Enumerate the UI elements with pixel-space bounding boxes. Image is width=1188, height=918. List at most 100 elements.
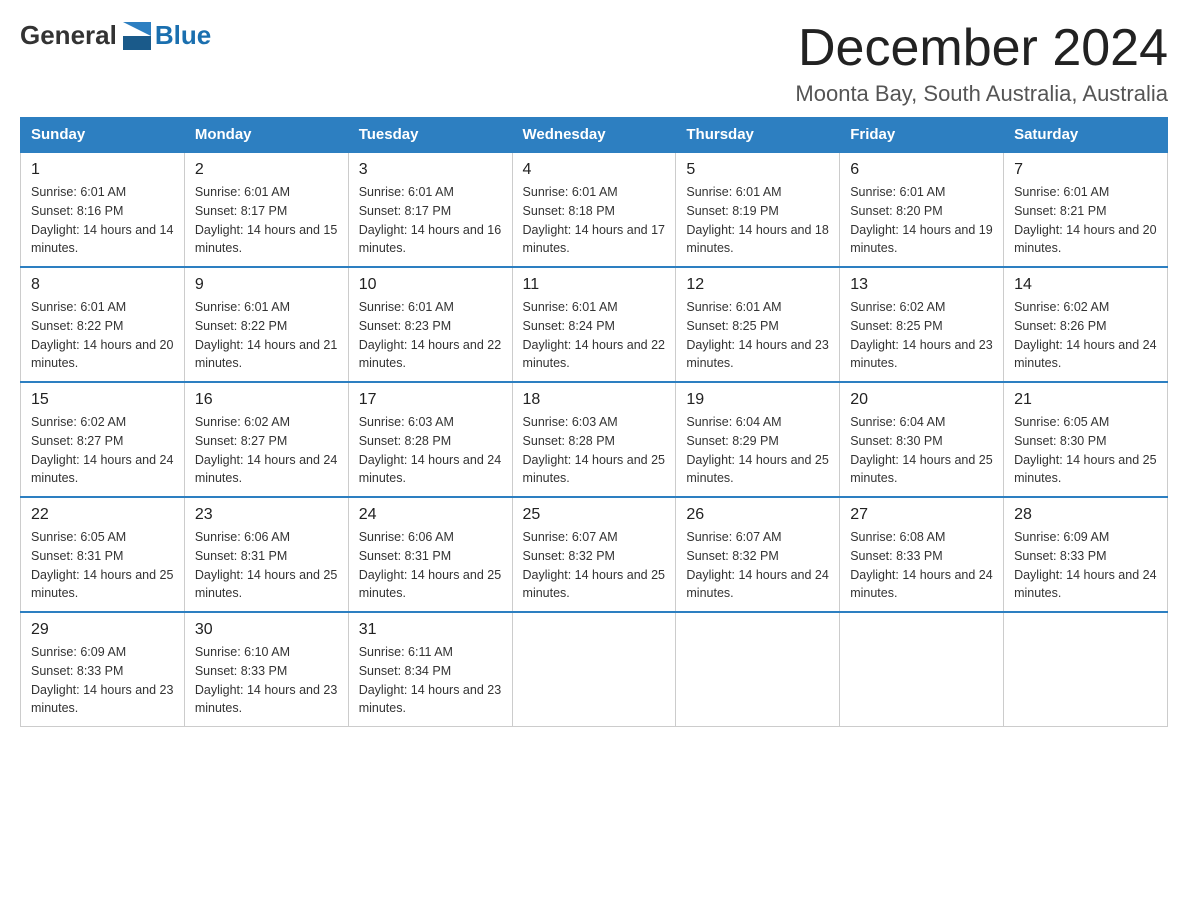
calendar-cell: 9 Sunrise: 6:01 AMSunset: 8:22 PMDayligh… bbox=[184, 267, 348, 382]
calendar-cell: 11 Sunrise: 6:01 AMSunset: 8:24 PMDaylig… bbox=[512, 267, 676, 382]
day-info: Sunrise: 6:02 AMSunset: 8:25 PMDaylight:… bbox=[850, 298, 993, 373]
calendar-cell: 29 Sunrise: 6:09 AMSunset: 8:33 PMDaylig… bbox=[21, 612, 185, 727]
day-info: Sunrise: 6:04 AMSunset: 8:29 PMDaylight:… bbox=[686, 413, 829, 488]
week-row-2: 8 Sunrise: 6:01 AMSunset: 8:22 PMDayligh… bbox=[21, 267, 1168, 382]
calendar-cell: 30 Sunrise: 6:10 AMSunset: 8:33 PMDaylig… bbox=[184, 612, 348, 727]
calendar-cell: 3 Sunrise: 6:01 AMSunset: 8:17 PMDayligh… bbox=[348, 152, 512, 267]
header-thursday: Thursday bbox=[676, 118, 840, 153]
calendar-cell: 14 Sunrise: 6:02 AMSunset: 8:26 PMDaylig… bbox=[1004, 267, 1168, 382]
calendar-cell: 22 Sunrise: 6:05 AMSunset: 8:31 PMDaylig… bbox=[21, 497, 185, 612]
day-info: Sunrise: 6:01 AMSunset: 8:20 PMDaylight:… bbox=[850, 183, 993, 258]
day-number: 1 bbox=[31, 161, 174, 179]
calendar-cell: 23 Sunrise: 6:06 AMSunset: 8:31 PMDaylig… bbox=[184, 497, 348, 612]
day-info: Sunrise: 6:02 AMSunset: 8:26 PMDaylight:… bbox=[1014, 298, 1157, 373]
calendar-cell: 26 Sunrise: 6:07 AMSunset: 8:32 PMDaylig… bbox=[676, 497, 840, 612]
week-row-1: 1 Sunrise: 6:01 AMSunset: 8:16 PMDayligh… bbox=[21, 152, 1168, 267]
day-number: 10 bbox=[359, 276, 502, 294]
day-info: Sunrise: 6:01 AMSunset: 8:23 PMDaylight:… bbox=[359, 298, 502, 373]
week-row-5: 29 Sunrise: 6:09 AMSunset: 8:33 PMDaylig… bbox=[21, 612, 1168, 727]
calendar-cell: 28 Sunrise: 6:09 AMSunset: 8:33 PMDaylig… bbox=[1004, 497, 1168, 612]
day-number: 28 bbox=[1014, 506, 1157, 524]
header-row: SundayMondayTuesdayWednesdayThursdayFrid… bbox=[21, 118, 1168, 153]
day-info: Sunrise: 6:01 AMSunset: 8:16 PMDaylight:… bbox=[31, 183, 174, 258]
calendar-cell: 16 Sunrise: 6:02 AMSunset: 8:27 PMDaylig… bbox=[184, 382, 348, 497]
month-title: December 2024 bbox=[795, 20, 1168, 77]
calendar-table: SundayMondayTuesdayWednesdayThursdayFrid… bbox=[20, 117, 1168, 727]
header-friday: Friday bbox=[840, 118, 1004, 153]
day-number: 15 bbox=[31, 391, 174, 409]
day-info: Sunrise: 6:08 AMSunset: 8:33 PMDaylight:… bbox=[850, 528, 993, 603]
week-row-4: 22 Sunrise: 6:05 AMSunset: 8:31 PMDaylig… bbox=[21, 497, 1168, 612]
calendar-cell bbox=[1004, 612, 1168, 727]
calendar-cell: 2 Sunrise: 6:01 AMSunset: 8:17 PMDayligh… bbox=[184, 152, 348, 267]
day-number: 8 bbox=[31, 276, 174, 294]
day-number: 24 bbox=[359, 506, 502, 524]
calendar-cell bbox=[676, 612, 840, 727]
day-number: 27 bbox=[850, 506, 993, 524]
day-number: 29 bbox=[31, 621, 174, 639]
day-number: 11 bbox=[523, 276, 666, 294]
day-number: 13 bbox=[850, 276, 993, 294]
day-number: 4 bbox=[523, 161, 666, 179]
calendar-cell: 27 Sunrise: 6:08 AMSunset: 8:33 PMDaylig… bbox=[840, 497, 1004, 612]
header-wednesday: Wednesday bbox=[512, 118, 676, 153]
day-info: Sunrise: 6:01 AMSunset: 8:25 PMDaylight:… bbox=[686, 298, 829, 373]
header-sunday: Sunday bbox=[21, 118, 185, 153]
header-tuesday: Tuesday bbox=[348, 118, 512, 153]
calendar-cell: 31 Sunrise: 6:11 AMSunset: 8:34 PMDaylig… bbox=[348, 612, 512, 727]
day-info: Sunrise: 6:09 AMSunset: 8:33 PMDaylight:… bbox=[31, 643, 174, 718]
week-row-3: 15 Sunrise: 6:02 AMSunset: 8:27 PMDaylig… bbox=[21, 382, 1168, 497]
calendar-cell: 12 Sunrise: 6:01 AMSunset: 8:25 PMDaylig… bbox=[676, 267, 840, 382]
day-number: 23 bbox=[195, 506, 338, 524]
day-number: 22 bbox=[31, 506, 174, 524]
day-number: 7 bbox=[1014, 161, 1157, 179]
day-info: Sunrise: 6:01 AMSunset: 8:21 PMDaylight:… bbox=[1014, 183, 1157, 258]
day-info: Sunrise: 6:04 AMSunset: 8:30 PMDaylight:… bbox=[850, 413, 993, 488]
day-number: 3 bbox=[359, 161, 502, 179]
calendar-cell: 5 Sunrise: 6:01 AMSunset: 8:19 PMDayligh… bbox=[676, 152, 840, 267]
calendar-cell: 25 Sunrise: 6:07 AMSunset: 8:32 PMDaylig… bbox=[512, 497, 676, 612]
calendar-cell: 19 Sunrise: 6:04 AMSunset: 8:29 PMDaylig… bbox=[676, 382, 840, 497]
day-info: Sunrise: 6:07 AMSunset: 8:32 PMDaylight:… bbox=[686, 528, 829, 603]
header-saturday: Saturday bbox=[1004, 118, 1168, 153]
day-number: 2 bbox=[195, 161, 338, 179]
day-info: Sunrise: 6:02 AMSunset: 8:27 PMDaylight:… bbox=[195, 413, 338, 488]
day-number: 26 bbox=[686, 506, 829, 524]
day-number: 14 bbox=[1014, 276, 1157, 294]
day-info: Sunrise: 6:06 AMSunset: 8:31 PMDaylight:… bbox=[359, 528, 502, 603]
header-monday: Monday bbox=[184, 118, 348, 153]
day-number: 30 bbox=[195, 621, 338, 639]
day-info: Sunrise: 6:01 AMSunset: 8:18 PMDaylight:… bbox=[523, 183, 666, 258]
day-info: Sunrise: 6:06 AMSunset: 8:31 PMDaylight:… bbox=[195, 528, 338, 603]
day-number: 12 bbox=[686, 276, 829, 294]
day-number: 25 bbox=[523, 506, 666, 524]
day-info: Sunrise: 6:10 AMSunset: 8:33 PMDaylight:… bbox=[195, 643, 338, 718]
day-info: Sunrise: 6:01 AMSunset: 8:17 PMDaylight:… bbox=[359, 183, 502, 258]
day-info: Sunrise: 6:07 AMSunset: 8:32 PMDaylight:… bbox=[523, 528, 666, 603]
calendar-cell: 13 Sunrise: 6:02 AMSunset: 8:25 PMDaylig… bbox=[840, 267, 1004, 382]
day-info: Sunrise: 6:05 AMSunset: 8:30 PMDaylight:… bbox=[1014, 413, 1157, 488]
calendar-cell: 21 Sunrise: 6:05 AMSunset: 8:30 PMDaylig… bbox=[1004, 382, 1168, 497]
day-number: 19 bbox=[686, 391, 829, 409]
day-info: Sunrise: 6:11 AMSunset: 8:34 PMDaylight:… bbox=[359, 643, 502, 718]
calendar-cell: 17 Sunrise: 6:03 AMSunset: 8:28 PMDaylig… bbox=[348, 382, 512, 497]
day-number: 18 bbox=[523, 391, 666, 409]
page-header: General Blue December 2024 Moonta Bay, S… bbox=[20, 20, 1168, 107]
logo-blue: Blue bbox=[155, 20, 211, 51]
logo: General Blue bbox=[20, 20, 211, 51]
day-info: Sunrise: 6:01 AMSunset: 8:22 PMDaylight:… bbox=[31, 298, 174, 373]
calendar-cell: 15 Sunrise: 6:02 AMSunset: 8:27 PMDaylig… bbox=[21, 382, 185, 497]
calendar-cell: 10 Sunrise: 6:01 AMSunset: 8:23 PMDaylig… bbox=[348, 267, 512, 382]
day-info: Sunrise: 6:03 AMSunset: 8:28 PMDaylight:… bbox=[523, 413, 666, 488]
calendar-cell: 1 Sunrise: 6:01 AMSunset: 8:16 PMDayligh… bbox=[21, 152, 185, 267]
day-number: 20 bbox=[850, 391, 993, 409]
day-number: 9 bbox=[195, 276, 338, 294]
title-block: December 2024 Moonta Bay, South Australi… bbox=[795, 20, 1168, 107]
day-info: Sunrise: 6:01 AMSunset: 8:24 PMDaylight:… bbox=[523, 298, 666, 373]
calendar-cell: 8 Sunrise: 6:01 AMSunset: 8:22 PMDayligh… bbox=[21, 267, 185, 382]
day-number: 31 bbox=[359, 621, 502, 639]
calendar-cell: 24 Sunrise: 6:06 AMSunset: 8:31 PMDaylig… bbox=[348, 497, 512, 612]
day-info: Sunrise: 6:03 AMSunset: 8:28 PMDaylight:… bbox=[359, 413, 502, 488]
day-info: Sunrise: 6:09 AMSunset: 8:33 PMDaylight:… bbox=[1014, 528, 1157, 603]
calendar-cell: 7 Sunrise: 6:01 AMSunset: 8:21 PMDayligh… bbox=[1004, 152, 1168, 267]
